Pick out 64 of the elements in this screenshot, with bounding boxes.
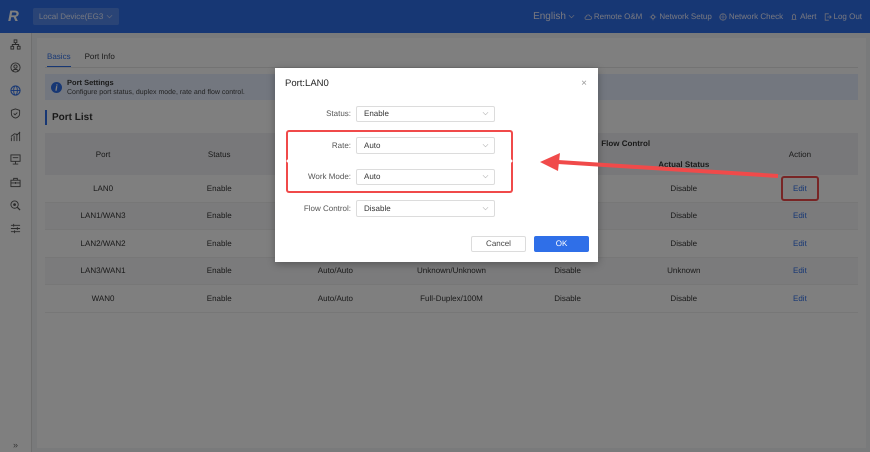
select-field[interactable]: Enable (356, 106, 495, 122)
globe-icon[interactable] (10, 85, 21, 96)
user-icon[interactable] (10, 62, 21, 73)
column-header: Status (161, 133, 278, 175)
toolbox-icon[interactable] (10, 177, 21, 188)
table-cell: Unknown (626, 257, 742, 284)
table-cell: Disable (626, 202, 742, 230)
monitor-icon[interactable] (10, 154, 21, 165)
field-label: Flow Control: (302, 204, 351, 213)
tab[interactable]: Basics (47, 46, 71, 67)
select-field[interactable]: Auto (356, 137, 495, 154)
column-header: Action (742, 133, 858, 175)
table-cell: Enable (161, 202, 278, 230)
edit-link[interactable]: Edit (781, 176, 819, 201)
cancel-button[interactable]: Cancel (471, 236, 526, 252)
nav-link[interactable]: Remote O&M (584, 12, 642, 21)
nav-link[interactable]: Network Check (718, 12, 784, 21)
select-field[interactable]: Auto (356, 168, 495, 185)
magnifier-icon[interactable] (10, 200, 21, 211)
table-cell: Enable (161, 257, 278, 284)
logo: R (8, 8, 19, 25)
table-cell: LAN0 (45, 175, 162, 202)
edit-link[interactable]: Edit (781, 286, 819, 311)
nav-link[interactable]: English (533, 11, 575, 22)
table-cell: Full-Duplex/100M (393, 284, 510, 312)
table-cell: Disable (626, 230, 742, 257)
edit-link[interactable]: Edit (781, 230, 819, 256)
logout-icon (824, 12, 832, 20)
table-cell: WAN0 (45, 284, 162, 312)
globe-icon (718, 12, 727, 20)
dialog-title: Port:LAN0 (285, 78, 329, 89)
cloud-icon (584, 12, 592, 20)
table-cell: LAN3/WAN1 (45, 257, 162, 284)
chevron-icon (482, 111, 489, 116)
bell-icon (790, 12, 798, 20)
chart-icon[interactable] (10, 131, 21, 142)
table-cell: Auto/Auto (277, 284, 394, 312)
table-cell: Enable (161, 284, 278, 312)
table-cell: Disable (626, 175, 742, 202)
field-label: Work Mode: (307, 172, 351, 182)
chevron-icon (482, 174, 489, 180)
collapse-toggle[interactable]: » (12, 440, 18, 450)
close-button[interactable]: × (579, 78, 589, 89)
nav-link[interactable]: Network Setup (649, 12, 712, 21)
caret-icon (568, 14, 575, 19)
ok-button[interactable]: OK (534, 236, 589, 252)
shield-icon[interactable] (10, 108, 21, 119)
column-header: Port (45, 133, 162, 175)
nav-link[interactable]: Log Out (824, 12, 862, 21)
tab[interactable]: Port Info (84, 46, 115, 67)
field-label: Rate: (330, 140, 351, 150)
select-field[interactable]: Disable (356, 200, 495, 216)
nav-link[interactable]: Alert (790, 12, 817, 21)
table-cell: LAN2/WAN2 (45, 230, 162, 257)
sliders-icon[interactable] (10, 223, 21, 234)
info-icon (51, 82, 62, 92)
table-cell: Disable (626, 284, 742, 312)
topology-icon[interactable] (10, 39, 21, 50)
chevron-icon (482, 206, 489, 211)
field-label: Status: (325, 109, 351, 118)
caret-icon (106, 14, 114, 19)
chevron-icon (482, 142, 489, 148)
table-cell: LAN1/WAN3 (45, 202, 162, 230)
table-cell: Disable (510, 284, 626, 312)
